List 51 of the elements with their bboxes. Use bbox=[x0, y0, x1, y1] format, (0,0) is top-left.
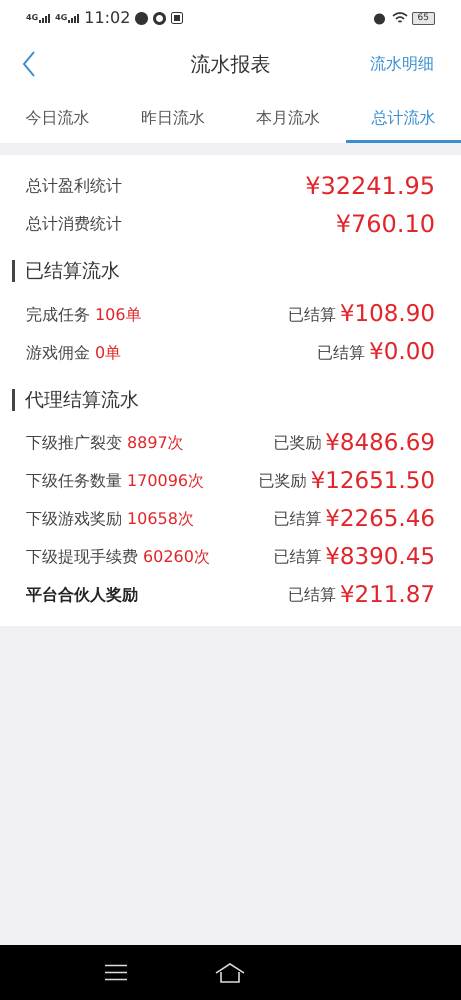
status-label: 已奖励 bbox=[258, 470, 307, 492]
tab[interactable]: 昨日流水 bbox=[115, 92, 230, 143]
page-title: 流水报表 bbox=[190, 51, 270, 78]
section-title: 已结算流水 bbox=[25, 259, 120, 284]
notification-icon bbox=[171, 12, 184, 24]
home-icon[interactable] bbox=[215, 962, 245, 982]
status-label: 已结算 bbox=[288, 584, 336, 606]
back-icon[interactable] bbox=[22, 51, 36, 77]
signal-label: 4G bbox=[26, 14, 38, 22]
count-label: 106单 bbox=[95, 304, 142, 326]
row-label: 下级提现手续费 bbox=[26, 546, 138, 568]
stat-amount: ¥760.10 bbox=[336, 209, 435, 240]
status-label: 已结算 bbox=[317, 342, 366, 364]
count-label: 0单 bbox=[95, 342, 122, 364]
signal-icon bbox=[68, 14, 80, 22]
amount: ¥8486.69 bbox=[325, 428, 435, 458]
notification-icon bbox=[135, 12, 148, 24]
status-label: 已结算 bbox=[288, 304, 336, 326]
row-label: 游戏佣金 bbox=[26, 342, 90, 364]
row-label: 平台合伙人奖励 bbox=[26, 584, 138, 606]
tab[interactable]: 本月流水 bbox=[230, 92, 346, 143]
stat-label: 总计盈利统计 bbox=[26, 175, 122, 197]
menu-icon[interactable] bbox=[105, 964, 127, 981]
amount: ¥211.87 bbox=[340, 580, 435, 610]
count-label: 10658次 bbox=[127, 508, 194, 530]
row-label: 下级游戏奖励 bbox=[26, 508, 122, 530]
status-label: 已奖励 bbox=[273, 432, 322, 454]
count-label: 60260次 bbox=[143, 546, 210, 568]
stat-label: 总计消费统计 bbox=[26, 213, 122, 235]
battery-icon: 65 bbox=[412, 12, 435, 24]
wifi-icon bbox=[392, 12, 408, 24]
row-label: 下级任务数量 bbox=[26, 470, 122, 492]
row-label: 下级推广裂变 bbox=[26, 432, 122, 454]
signal-icon bbox=[39, 14, 52, 22]
row-label: 完成任务 bbox=[26, 304, 90, 326]
alarm-icon bbox=[372, 12, 386, 24]
stat-amount: ¥32241.95 bbox=[305, 171, 435, 202]
status-label: 已结算 bbox=[273, 546, 322, 568]
amount: ¥12651.50 bbox=[310, 466, 435, 496]
status-label: 已结算 bbox=[273, 508, 322, 530]
section-title: 代理结算流水 bbox=[25, 388, 139, 412]
status-time: 11:02 bbox=[84, 7, 130, 29]
signal-label: 4G bbox=[55, 14, 68, 22]
tab[interactable]: 今日流水 bbox=[0, 92, 116, 143]
amount: ¥108.90 bbox=[340, 300, 435, 330]
amount: ¥2265.46 bbox=[325, 504, 435, 534]
count-label: 170096次 bbox=[127, 470, 204, 492]
notification-icon bbox=[153, 12, 166, 24]
amount: ¥0.00 bbox=[369, 338, 435, 368]
count-label: 8897次 bbox=[127, 432, 184, 454]
amount: ¥8390.45 bbox=[325, 542, 435, 572]
